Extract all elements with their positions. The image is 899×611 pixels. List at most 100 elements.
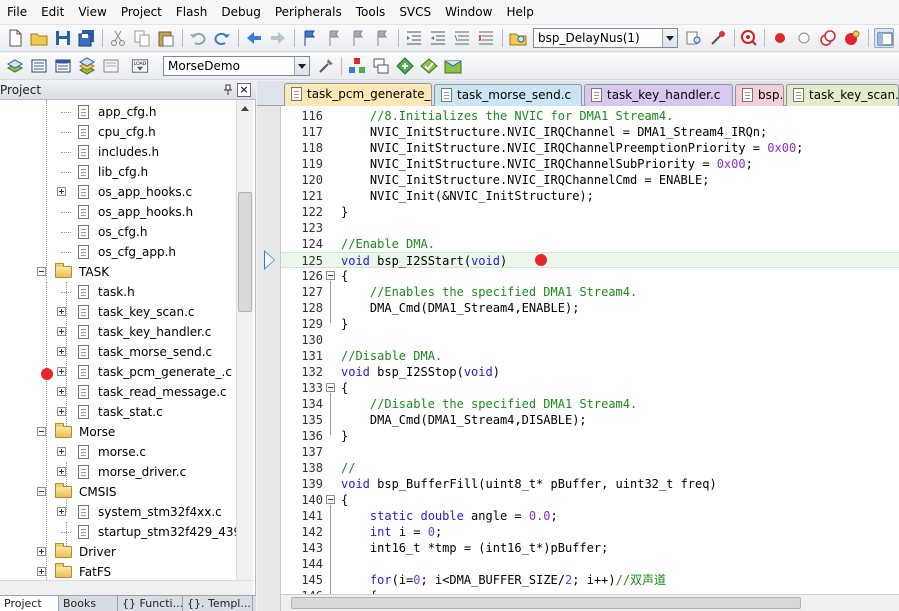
code-line[interactable]: 117 NVIC_InitStructure.NVIC_IRQChannel =…: [281, 124, 899, 140]
code-line[interactable]: 136}: [281, 428, 899, 444]
code-line[interactable]: 138 //: [281, 460, 899, 476]
menu-file[interactable]: File: [0, 0, 34, 25]
panel-tab-2[interactable]: {} Functi...: [118, 596, 183, 611]
translate-icon[interactable]: [5, 56, 25, 76]
close-icon[interactable]: ×: [237, 83, 251, 97]
menu-flash[interactable]: Flash: [169, 0, 214, 25]
code-line[interactable]: 123: [281, 220, 899, 236]
disable-breakpoints-icon[interactable]: [818, 28, 838, 48]
redo-icon[interactable]: [212, 28, 232, 48]
code-line[interactable]: 125 void bsp_I2SStart(void): [281, 252, 899, 268]
editor-tab[interactable]: task_morse_send.c: [434, 84, 582, 106]
find-combo[interactable]: bsp_DelayNus(1): [533, 28, 678, 48]
window-layout-icon[interactable]: [874, 28, 894, 48]
tree-file[interactable]: task_pcm_generate_.c: [0, 362, 236, 382]
code-line[interactable]: 137: [281, 444, 899, 460]
code-line[interactable]: 132 void bsp_I2SStop(void): [281, 364, 899, 380]
bookmark-clear-icon[interactable]: [372, 28, 392, 48]
save-all-icon[interactable]: [77, 28, 97, 48]
code-line[interactable]: 134 //Disable the specified DMA1 Stream4…: [281, 396, 899, 412]
panel-tab-3[interactable]: {}. Templ...: [183, 596, 253, 611]
file-extensions-icon[interactable]: [371, 56, 391, 76]
code-line[interactable]: 119 NVIC_InitStructure.NVIC_IRQChannelSu…: [281, 156, 899, 172]
chevron-down-icon[interactable]: [294, 57, 309, 75]
expand-icon[interactable]: [57, 187, 66, 196]
tree-file[interactable]: task_key_handler.c: [0, 322, 236, 342]
editor-tab[interactable]: task_key_handler.c: [584, 84, 733, 106]
manage-components-icon[interactable]: [347, 56, 367, 76]
tree-folder[interactable]: FatFS: [0, 562, 236, 580]
select-packs-icon[interactable]: [419, 56, 439, 76]
tree-file[interactable]: startup_stm32f429_439xx.s: [0, 522, 236, 542]
bookmark-prev-icon[interactable]: [324, 28, 344, 48]
expand-icon[interactable]: [57, 307, 66, 316]
code-line[interactable]: 131 //Disable DMA.: [281, 348, 899, 364]
tree-file[interactable]: task_read_message.c: [0, 382, 236, 402]
navigate-forward-icon[interactable]: [268, 28, 288, 48]
code-line[interactable]: 128 DMA_Cmd(DMA1_Stream4,ENABLE);: [281, 300, 899, 316]
menu-svcs[interactable]: SVCS: [392, 0, 438, 25]
expand-icon[interactable]: [57, 507, 66, 516]
collapse-icon[interactable]: [37, 427, 46, 436]
bookmark-toggle-icon[interactable]: [300, 28, 320, 48]
tree-file[interactable]: lib_cfg.h: [0, 162, 236, 182]
panel-tab-1[interactable]: Books: [59, 596, 118, 611]
code-line[interactable]: 121 NVIC_Init(&NVIC_InitStructure);: [281, 188, 899, 204]
fold-toggle-icon[interactable]: [326, 271, 335, 280]
scroll-thumb[interactable]: [238, 192, 252, 312]
download-icon[interactable]: LOAD: [130, 56, 156, 76]
expand-icon[interactable]: [57, 447, 66, 456]
tree-file[interactable]: os_cfg.h: [0, 222, 236, 242]
scroll-thumb[interactable]: [291, 597, 801, 609]
code-editor[interactable]: 116 //8.Initializes the NVIC for DMA1 St…: [281, 106, 899, 594]
navigate-back-icon[interactable]: [244, 28, 264, 48]
code-line[interactable]: 129}: [281, 316, 899, 332]
tree-file[interactable]: app_cfg.h: [0, 102, 236, 122]
code-line[interactable]: 124 //Enable DMA.: [281, 236, 899, 252]
debug-session-icon[interactable]: [739, 28, 759, 48]
tree-file[interactable]: morse_driver.c: [0, 462, 236, 482]
software-packs-icon[interactable]: [443, 56, 463, 76]
code-line[interactable]: 141 static double angle = 0.0;: [281, 508, 899, 524]
expand-icon[interactable]: [37, 547, 46, 556]
tree-folder[interactable]: Driver: [0, 542, 236, 562]
tree-folder[interactable]: Morse: [0, 422, 236, 442]
tree-file[interactable]: morse.c: [0, 442, 236, 462]
menu-debug[interactable]: Debug: [214, 0, 267, 25]
code-line[interactable]: 139 void bsp_BufferFill(uint8_t* pBuffer,…: [281, 476, 899, 492]
tree-folder[interactable]: TASK: [0, 262, 236, 282]
tree-file[interactable]: task_morse_send.c: [0, 342, 236, 362]
enable-breakpoint-icon[interactable]: [794, 28, 814, 48]
expand-icon[interactable]: [57, 407, 66, 416]
cut-icon[interactable]: [108, 28, 128, 48]
tree-file[interactable]: system_stm32f4xx.c: [0, 502, 236, 522]
editor-gutter[interactable]: [257, 106, 281, 611]
target-combo[interactable]: MorseDemo: [163, 56, 310, 76]
code-line[interactable]: 135 DMA_Cmd(DMA1_Stream4,DISABLE);: [281, 412, 899, 428]
code-line[interactable]: 122}: [281, 204, 899, 220]
editor-horizontal-scrollbar[interactable]: [281, 594, 899, 611]
menu-help[interactable]: Help: [499, 0, 540, 25]
paste-icon[interactable]: [156, 28, 176, 48]
batch-build-icon[interactable]: [77, 56, 97, 76]
code-line[interactable]: 116 //8.Initializes the NVIC for DMA1 St…: [281, 108, 899, 124]
pack-installer-icon[interactable]: [395, 56, 415, 76]
code-line[interactable]: 118 NVIC_InitStructure.NVIC_IRQChannelPr…: [281, 140, 899, 156]
uncomment-icon[interactable]: [476, 28, 496, 48]
undo-icon[interactable]: [188, 28, 208, 48]
code-line[interactable]: 130: [281, 332, 899, 348]
menu-tools[interactable]: Tools: [349, 0, 393, 25]
build-icon[interactable]: [29, 56, 49, 76]
expand-icon[interactable]: [37, 567, 46, 576]
bookmark-next-icon[interactable]: [348, 28, 368, 48]
tree-folder[interactable]: CMSIS: [0, 482, 236, 502]
code-line[interactable]: 140 {: [281, 492, 899, 508]
expand-icon[interactable]: [57, 327, 66, 336]
tree-file[interactable]: cpu_cfg.h: [0, 122, 236, 142]
breakpoint-icon[interactable]: [535, 254, 547, 266]
tree-file[interactable]: task_stat.c: [0, 402, 236, 422]
tree-file[interactable]: os_app_hooks.c: [0, 182, 236, 202]
editor-tab[interactable]: bsp.c: [735, 84, 784, 106]
fold-toggle-icon[interactable]: [326, 383, 335, 392]
expand-icon[interactable]: [57, 387, 66, 396]
